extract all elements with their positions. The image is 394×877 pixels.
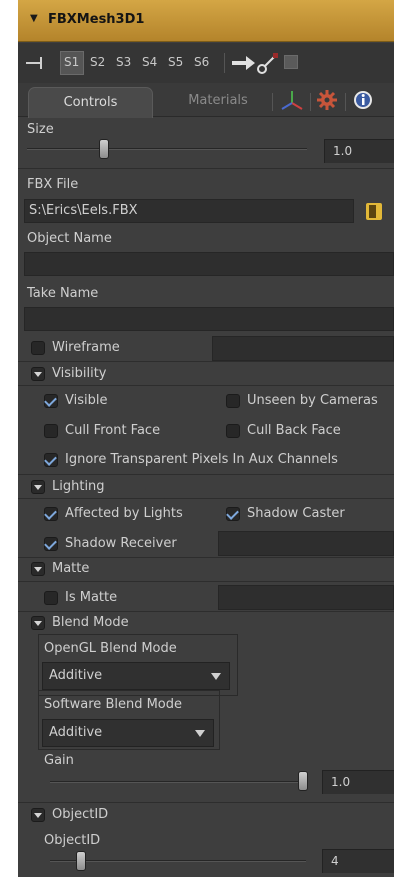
software-blend-mode-dropdown[interactable]: Additive [42, 719, 214, 747]
node-title-bar[interactable]: ▼ FBXMesh3D1 [18, 0, 394, 42]
cull-front-face-label[interactable]: Cull Front Face [65, 423, 160, 438]
version-slot-s1[interactable]: S1 [64, 55, 79, 69]
cull-front-face-checkbox[interactable] [44, 424, 58, 438]
fbx-mesh-inspector-panel: ▼ FBXMesh3D1 S1 S2 S3 S4 S5 S6 Controls … [18, 0, 394, 877]
is-matte-label[interactable]: Is Matte [65, 590, 117, 605]
is-matte-options-box [218, 585, 394, 610]
info-tab-icon[interactable] [352, 89, 374, 111]
divider [18, 498, 394, 499]
ignore-transparent-pixels-checkbox[interactable] [44, 453, 58, 467]
wireframe-checkbox[interactable] [31, 341, 45, 355]
version-slot-s6[interactable]: S6 [194, 55, 209, 69]
shadow-caster-label[interactable]: Shadow Caster [247, 506, 345, 521]
gain-label: Gain [44, 753, 74, 768]
visibility-collapse-icon[interactable] [31, 367, 45, 381]
wireframe-label[interactable]: Wireframe [52, 340, 120, 355]
object-name-field[interactable] [24, 252, 394, 276]
version-slot-s5[interactable]: S5 [168, 55, 183, 69]
pin-icon[interactable] [26, 56, 48, 70]
divider [18, 557, 394, 558]
software-blend-mode-label: Software Blend Mode [44, 697, 183, 712]
tab-materials[interactable]: Materials [173, 89, 263, 115]
chevron-down-icon [211, 673, 221, 680]
is-matte-checkbox[interactable] [44, 591, 58, 605]
cull-back-face-label[interactable]: Cull Back Face [247, 423, 341, 438]
gain-slider-track[interactable] [50, 781, 306, 783]
wireframe-options-box [212, 336, 394, 361]
version-slot-s3[interactable]: S3 [116, 55, 131, 69]
blend-mode-collapse-icon[interactable] [31, 616, 45, 630]
lighting-collapse-icon[interactable] [31, 480, 45, 494]
divider [18, 474, 394, 475]
version-slot-s2[interactable]: S2 [90, 55, 105, 69]
gain-slider-thumb[interactable] [298, 771, 308, 791]
chevron-down-icon [195, 730, 205, 737]
link-pick-icon[interactable] [256, 51, 280, 75]
visibility-header[interactable]: Visibility [52, 366, 106, 381]
gain-value-field[interactable]: 1.0 [322, 770, 394, 794]
toolbar-divider [224, 53, 225, 73]
unseen-by-cameras-checkbox[interactable] [226, 394, 240, 408]
size-value-field[interactable]: 1.0 [324, 139, 394, 163]
version-slot-s4[interactable]: S4 [142, 55, 157, 69]
opengl-blend-mode-label: OpenGL Blend Mode [44, 641, 177, 656]
lighting-header[interactable]: Lighting [52, 479, 105, 494]
opengl-blend-mode-dropdown[interactable]: Additive [42, 662, 230, 690]
visible-checkbox[interactable] [44, 394, 58, 408]
unseen-by-cameras-label[interactable]: Unseen by Cameras [247, 393, 378, 408]
divider [18, 802, 394, 803]
shadow-caster-checkbox[interactable] [226, 507, 240, 521]
shadow-receiver-checkbox[interactable] [44, 537, 58, 551]
node-title: FBXMesh3D1 [48, 12, 145, 27]
matte-header[interactable]: Matte [52, 561, 89, 576]
fbx-file-path-field[interactable]: S:\Erics\Eels.FBX [24, 199, 354, 223]
tab-divider [310, 93, 311, 111]
objectid-slider-track[interactable] [50, 860, 306, 862]
collapse-triangle-icon[interactable]: ▼ [30, 13, 38, 24]
visible-label[interactable]: Visible [65, 393, 107, 408]
affected-by-lights-checkbox[interactable] [44, 507, 58, 521]
disabled-square-icon [284, 55, 298, 69]
affected-by-lights-label[interactable]: Affected by Lights [65, 506, 183, 521]
size-label: Size [27, 122, 54, 137]
size-slider-thumb[interactable] [99, 139, 109, 159]
opengl-blend-mode-value: Additive [49, 668, 103, 683]
object-name-label: Object Name [27, 231, 112, 246]
arrow-right-icon[interactable] [232, 55, 256, 71]
version-toolbar: S1 S2 S3 S4 S5 S6 [18, 43, 394, 83]
divider [18, 611, 394, 612]
shadow-receiver-label[interactable]: Shadow Receiver [65, 536, 177, 551]
size-slider-track[interactable] [27, 148, 307, 150]
objectid-label: ObjectID [44, 833, 101, 848]
tab-bar: Controls Materials [18, 83, 394, 118]
tab-divider [345, 93, 346, 111]
objectid-value-field[interactable]: 4 [322, 849, 394, 873]
divider [18, 581, 394, 582]
ignore-transparent-pixels-label[interactable]: Ignore Transparent Pixels In Aux Channel… [65, 452, 338, 467]
objectid-header[interactable]: ObjectID [52, 807, 108, 822]
objectid-slider-thumb[interactable] [76, 851, 86, 871]
objectid-collapse-icon[interactable] [31, 808, 45, 822]
shadow-receiver-options-box [218, 531, 394, 556]
fbx-file-label: FBX File [27, 177, 79, 192]
take-name-field[interactable] [24, 307, 394, 331]
matte-collapse-icon[interactable] [31, 562, 45, 576]
divider [18, 385, 394, 386]
blend-mode-header[interactable]: Blend Mode [52, 615, 129, 630]
tab-controls[interactable]: Controls [28, 87, 153, 118]
tab-divider [272, 93, 273, 111]
divider [18, 168, 394, 169]
gear-tab-icon[interactable] [316, 89, 338, 111]
divider [18, 361, 394, 362]
transform-axes-tab-icon[interactable] [280, 89, 304, 113]
take-name-label: Take Name [27, 286, 99, 301]
cull-back-face-checkbox[interactable] [226, 424, 240, 438]
software-blend-mode-value: Additive [49, 725, 103, 740]
browse-folder-icon[interactable] [364, 200, 384, 222]
